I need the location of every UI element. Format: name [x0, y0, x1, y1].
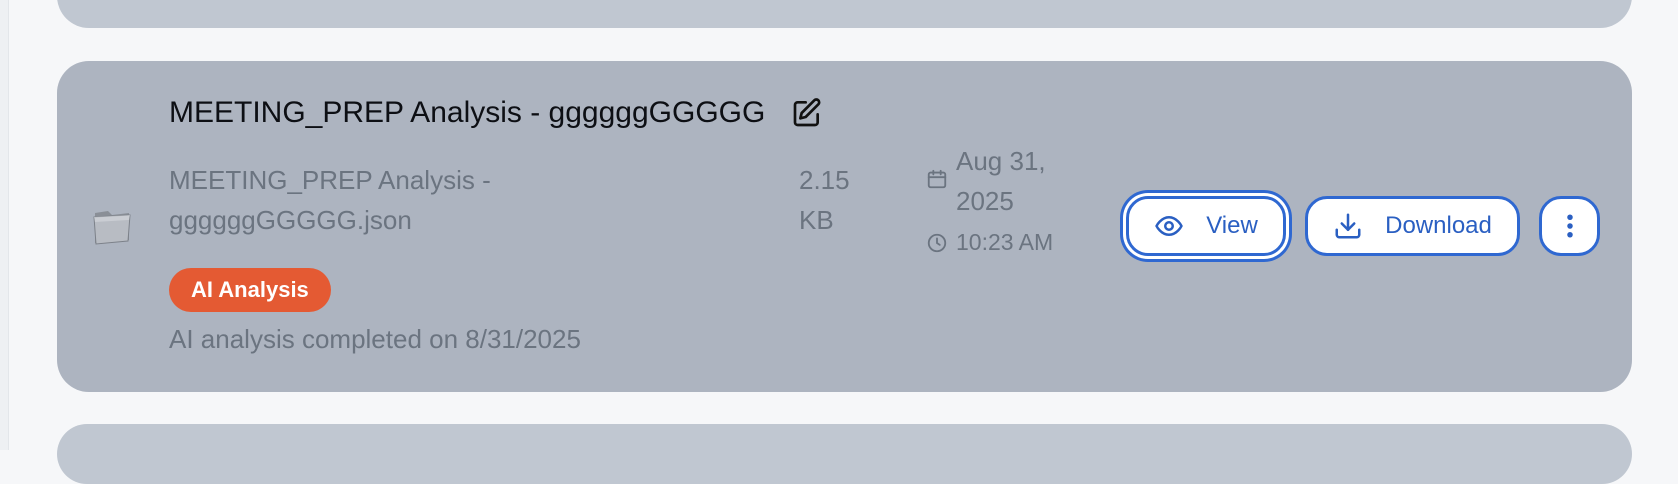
more-vertical-icon	[1566, 214, 1573, 238]
view-label: View	[1206, 212, 1258, 239]
download-label: Download	[1385, 212, 1492, 239]
date-block: Aug 31, 2025 10:23 AM	[926, 141, 1066, 256]
analysis-status: AI analysis completed on 8/31/2025	[169, 324, 581, 354]
time-row: 10:23 AM	[926, 229, 1066, 256]
left-rail	[0, 0, 9, 450]
title-row: MEETING_PREP Analysis - ggggggGGGGG	[169, 96, 823, 130]
upload-date: Aug 31, 2025	[956, 146, 1046, 216]
file-size: 2.15 KB	[799, 165, 850, 235]
file-name: MEETING_PREP Analysis - ggggggGGGGG.json	[169, 165, 491, 235]
ai-analysis-badge: AI Analysis	[169, 268, 331, 312]
more-options-button[interactable]	[1539, 196, 1600, 256]
calendar-icon	[927, 169, 947, 189]
clock-icon	[927, 233, 947, 252]
next-file-card	[57, 424, 1632, 484]
folder-icon	[93, 211, 131, 245]
download-button[interactable]: Download	[1305, 196, 1520, 256]
download-icon	[1335, 213, 1361, 239]
upload-time: 10:23 AM	[956, 229, 1054, 255]
view-button[interactable]: View	[1126, 196, 1286, 256]
file-title: MEETING_PREP Analysis - ggggggGGGGG	[169, 96, 766, 129]
eye-icon	[1155, 216, 1183, 236]
edit-icon[interactable]	[791, 97, 823, 129]
previous-file-card	[57, 0, 1632, 28]
date-row: Aug 31, 2025	[926, 141, 1066, 221]
